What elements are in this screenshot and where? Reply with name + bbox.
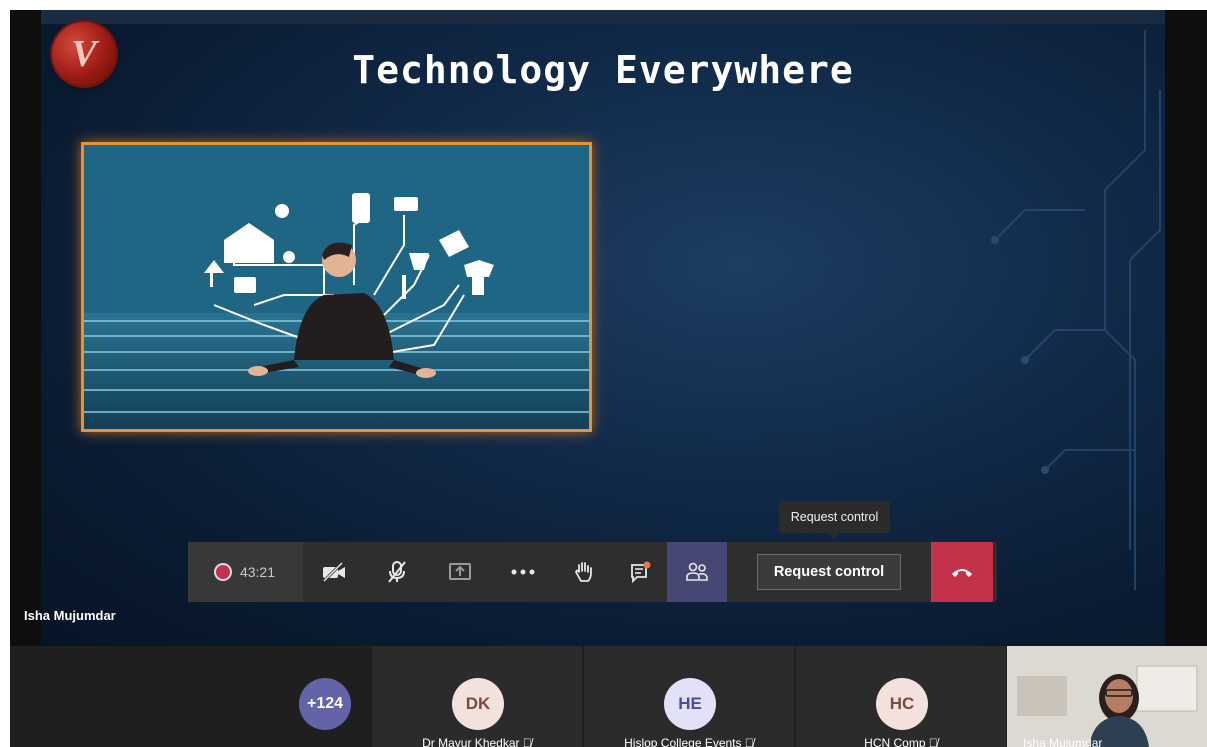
participant-tile-dk[interactable]: DK Dr Mayur Khedkar 🎙̸ xyxy=(372,646,582,747)
recording-indicator: 43:21 xyxy=(188,542,303,602)
chat-button[interactable] xyxy=(618,542,663,602)
participant-tile-hc[interactable]: HC HCN Comp 🎙̸ xyxy=(796,646,1006,747)
request-control-tooltip: Request control xyxy=(779,501,890,539)
mic-toggle-button[interactable] xyxy=(374,542,419,602)
shared-slide: V Technology Everywhere Request control … xyxy=(41,10,1165,646)
participants-icon xyxy=(686,562,708,581)
record-icon xyxy=(215,565,230,579)
meeting-control-bar: 43:21 Request control xyxy=(188,542,997,602)
meeting-stage: V Technology Everywhere Request control … xyxy=(10,10,1207,747)
mic-off-icon xyxy=(387,561,406,583)
more-participants-badge[interactable]: +124 xyxy=(299,678,351,730)
slide-title: Technology Everywhere xyxy=(352,48,854,92)
self-video-tile[interactable]: Isha Mujumdar xyxy=(1007,646,1207,747)
camera-toggle-button[interactable] xyxy=(311,542,356,602)
avatar: DK xyxy=(452,678,504,730)
mic-off-icon: 🎙̸ xyxy=(522,736,532,747)
participant-name: HCN Comp 🎙̸ xyxy=(796,736,1006,747)
raise-hand-button[interactable] xyxy=(561,542,606,602)
more-icon xyxy=(511,569,534,575)
avatar: HC xyxy=(876,678,928,730)
raise-hand-icon xyxy=(574,562,592,582)
presenter-name: Isha Mujumdar xyxy=(24,608,116,623)
avatar: HE xyxy=(664,678,716,730)
meeting-timer: 43:21 xyxy=(239,564,276,580)
more-actions-button[interactable] xyxy=(500,542,545,602)
camera-off-icon xyxy=(322,562,345,582)
self-name: Isha Mujumdar xyxy=(1023,736,1103,747)
participants-button[interactable] xyxy=(667,542,727,602)
self-video-feed xyxy=(1007,646,1207,747)
leave-call-button[interactable] xyxy=(931,542,993,602)
share-screen-button[interactable] xyxy=(437,542,482,602)
participant-tile-he[interactable]: HE Hislop College Events 🎙̸ xyxy=(584,646,794,747)
chat-icon xyxy=(630,561,650,584)
share-screen-icon xyxy=(448,563,471,580)
participant-strip: +124 DK Dr Mayur Khedkar 🎙̸ HE Hislop Co… xyxy=(10,646,1207,747)
circuit-decoration xyxy=(991,30,1161,590)
request-control-area: Request control xyxy=(727,542,931,602)
mic-off-icon: 🎙̸ xyxy=(928,736,938,747)
request-control-button[interactable]: Request control xyxy=(757,554,901,590)
participant-name: Hislop College Events 🎙̸ xyxy=(584,736,794,747)
slide-top-bar xyxy=(41,10,1165,24)
mic-off-icon: 🎙̸ xyxy=(744,736,754,747)
participant-name: Dr Mayur Khedkar 🎙̸ xyxy=(372,736,582,747)
hang-up-icon xyxy=(952,569,972,577)
technology-illustration xyxy=(81,142,592,432)
